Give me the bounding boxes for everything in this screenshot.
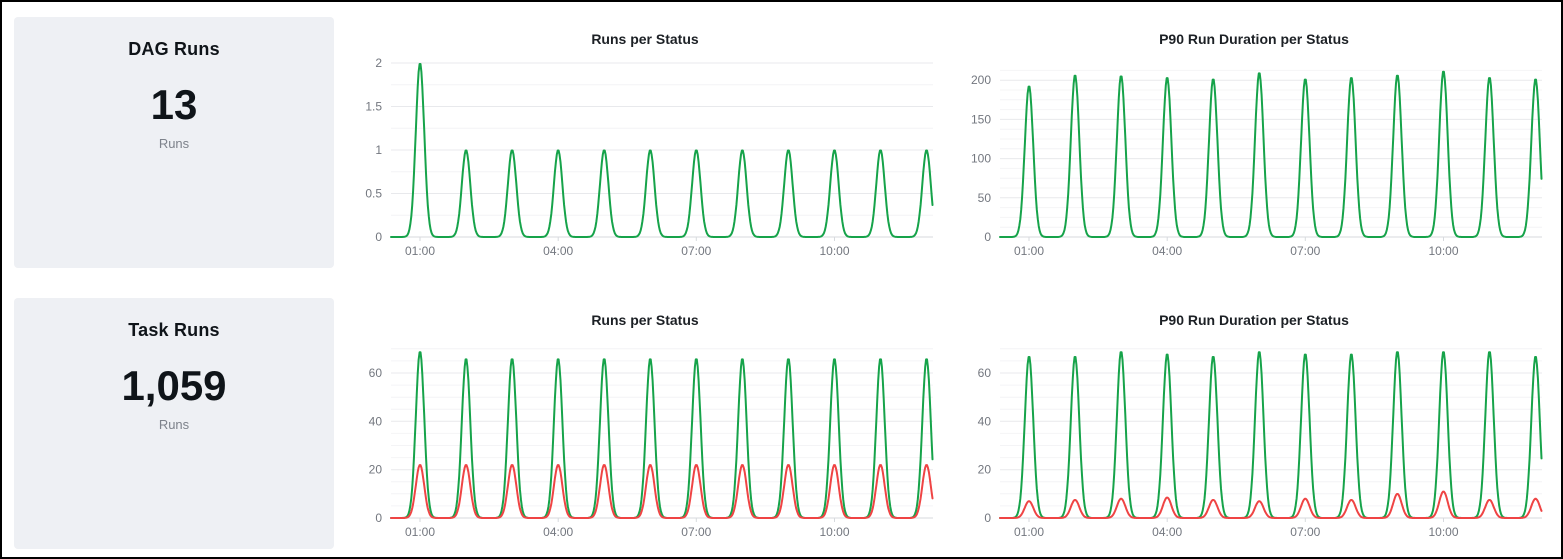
svg-text:50: 50 xyxy=(978,191,992,205)
svg-text:60: 60 xyxy=(978,366,992,380)
task-runs-card-unit: Runs xyxy=(158,417,190,432)
chart-canvas[interactable]: 0 50 100 150 200 01:00 04:00 07:00 10:00 xyxy=(956,51,1552,267)
chart-canvas[interactable]: 0 20 40 60 01:00 04:00 07:00 10:00 xyxy=(347,332,943,548)
svg-text:1.5: 1.5 xyxy=(365,100,382,114)
svg-text:2: 2 xyxy=(375,56,382,70)
task-runs-card-title: Task Runs xyxy=(128,320,220,340)
dashboard-page: DAG Runs 13 Runs Runs per Status 0 0.5 1 1.… xyxy=(0,0,1563,559)
chart-title: Runs per Status xyxy=(591,312,699,328)
svg-text:01:00: 01:00 xyxy=(405,244,435,258)
svg-text:10:00: 10:00 xyxy=(1428,244,1458,258)
svg-text:01:00: 01:00 xyxy=(1014,244,1044,258)
chart-canvas[interactable]: 0 20 40 60 01:00 04:00 07:00 10:00 xyxy=(956,332,1552,548)
svg-text:01:00: 01:00 xyxy=(405,525,435,539)
svg-text:04:00: 04:00 xyxy=(543,244,573,258)
svg-text:04:00: 04:00 xyxy=(1152,525,1182,539)
chart-canvas[interactable]: 0 0.5 1 1.5 2 01:00 04:00 07:00 10:00 xyxy=(347,51,943,267)
chart-title: Runs per Status xyxy=(591,31,699,47)
svg-text:10:00: 10:00 xyxy=(1428,525,1458,539)
svg-text:1: 1 xyxy=(375,143,382,157)
svg-text:01:00: 01:00 xyxy=(1014,525,1044,539)
svg-text:07:00: 07:00 xyxy=(1290,525,1320,539)
svg-text:0: 0 xyxy=(984,230,991,244)
dag-runs-per-status-chart: Runs per Status 0 0.5 1 1.5 2 01:00 04:00 07:00… xyxy=(347,17,943,268)
svg-text:0.5: 0.5 xyxy=(365,187,382,201)
svg-text:0: 0 xyxy=(984,511,991,525)
task-runs-card: Task Runs 1,059 Runs xyxy=(14,298,334,549)
task-runs-card-value: 1,059 xyxy=(121,362,227,409)
svg-text:200: 200 xyxy=(971,73,991,87)
svg-text:04:00: 04:00 xyxy=(543,525,573,539)
svg-text:20: 20 xyxy=(978,463,992,477)
svg-text:04:00: 04:00 xyxy=(1152,244,1182,258)
svg-text:40: 40 xyxy=(978,414,992,428)
dashboard-grid: DAG Runs 13 Runs Runs per Status 0 0.5 1 1.… xyxy=(14,17,1553,549)
svg-text:20: 20 xyxy=(369,463,383,477)
svg-text:07:00: 07:00 xyxy=(681,244,711,258)
svg-text:150: 150 xyxy=(971,112,991,126)
svg-text:100: 100 xyxy=(971,152,991,166)
task-p90-duration-chart: P90 Run Duration per Status 0 20 40 60 01:00… xyxy=(956,298,1552,549)
dag-runs-card-title: DAG Runs xyxy=(128,39,220,59)
dag-p90-duration-chart: P90 Run Duration per Status 0 50 100 150 200… xyxy=(956,17,1552,268)
svg-text:0: 0 xyxy=(375,511,382,525)
chart-title: P90 Run Duration per Status xyxy=(1159,312,1349,328)
dag-runs-card-unit: Runs xyxy=(158,136,190,151)
svg-text:10:00: 10:00 xyxy=(819,244,849,258)
task-runs-per-status-chart: Runs per Status 0 20 40 60 01:00 04:00 07:00 10… xyxy=(347,298,943,549)
chart-title: P90 Run Duration per Status xyxy=(1159,31,1349,47)
svg-text:40: 40 xyxy=(369,414,383,428)
svg-text:0: 0 xyxy=(375,230,382,244)
svg-text:07:00: 07:00 xyxy=(1290,244,1320,258)
svg-text:07:00: 07:00 xyxy=(681,525,711,539)
dag-runs-card-value: 13 xyxy=(150,81,198,128)
svg-text:10:00: 10:00 xyxy=(819,525,849,539)
svg-text:60: 60 xyxy=(369,366,383,380)
dag-runs-card: DAG Runs 13 Runs xyxy=(14,17,334,268)
